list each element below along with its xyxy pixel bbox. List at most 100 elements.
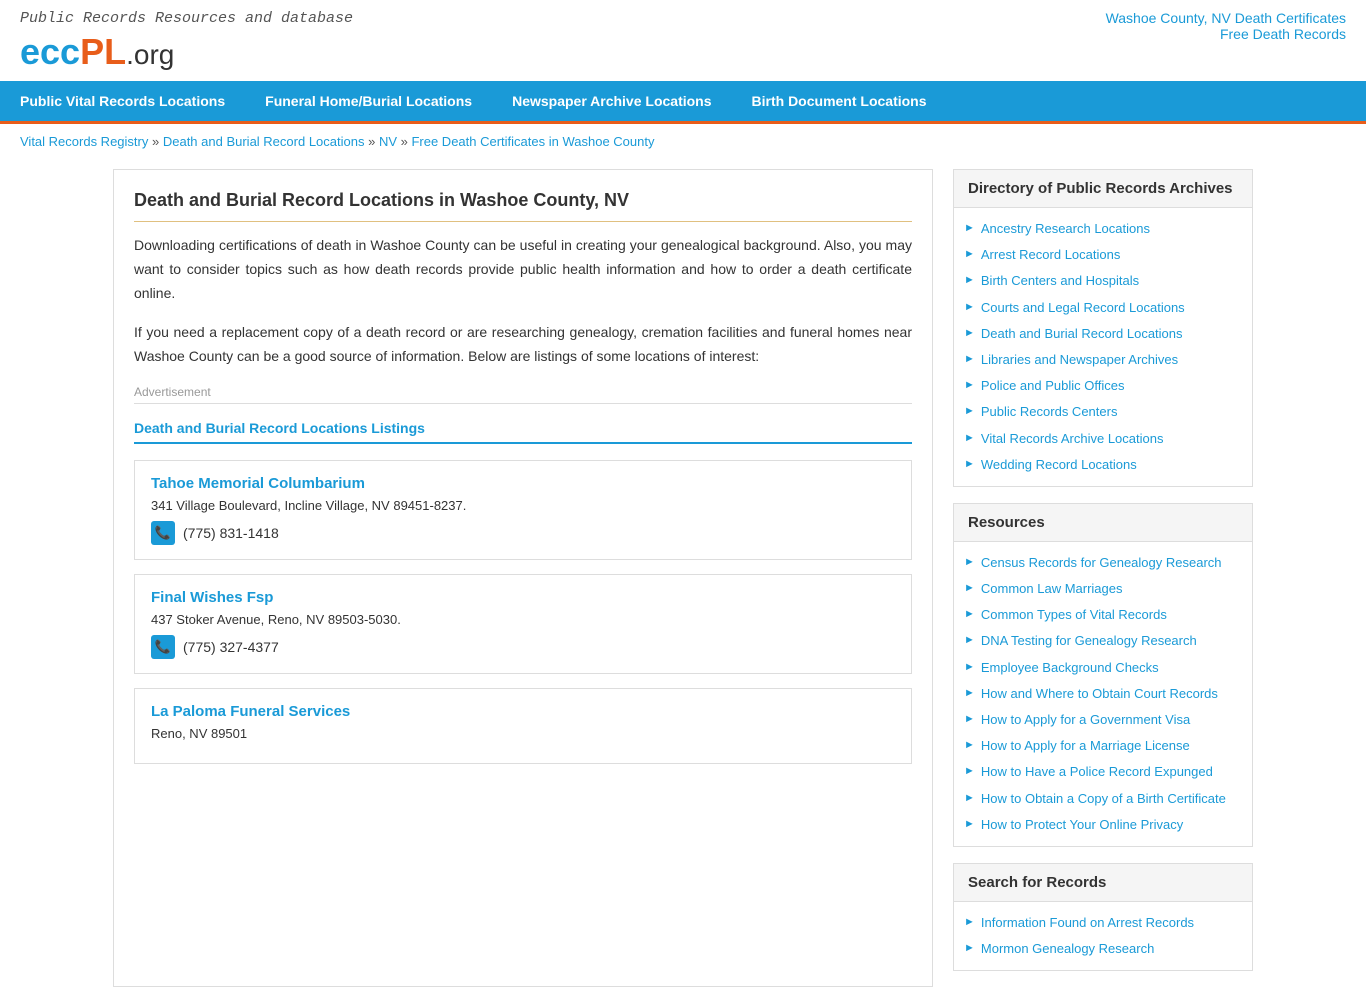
arrow-icon: ► [964, 405, 975, 417]
res-link-3[interactable]: DNA Testing for Genealogy Research [981, 632, 1197, 650]
arrow-icon: ► [964, 634, 975, 646]
listing-name-1[interactable]: Tahoe Memorial Columbarium [151, 475, 895, 492]
arrow-icon: ► [964, 792, 975, 804]
res-link-6[interactable]: How to Apply for a Government Visa [981, 711, 1190, 729]
arrow-icon: ► [964, 327, 975, 339]
res-link-5[interactable]: How and Where to Obtain Court Records [981, 685, 1218, 703]
list-item: ► How to Obtain a Copy of a Birth Certif… [964, 786, 1242, 812]
dir-link-7[interactable]: Public Records Centers [981, 403, 1118, 421]
sidebar: Directory of Public Records Archives ► A… [953, 169, 1253, 987]
list-item: ► Arrest Record Locations [964, 242, 1242, 268]
logo-pl: PL [80, 31, 126, 72]
search-link-1[interactable]: Mormon Genealogy Research [981, 940, 1154, 958]
breadcrumb-free-death[interactable]: Free Death Certificates in Washoe County [411, 134, 654, 149]
arrow-icon: ► [964, 713, 975, 725]
list-item: ► Information Found on Arrest Records [964, 910, 1242, 936]
nav-newspaper[interactable]: Newspaper Archive Locations [492, 81, 731, 121]
logo-org: .org [126, 39, 174, 70]
phone-icon-1: 📞 [151, 521, 175, 545]
main-nav: Public Vital Records Locations Funeral H… [0, 81, 1366, 121]
sidebar-directory-links: ► Ancestry Research Locations ► Arrest R… [954, 208, 1252, 486]
listing-phone-2: 📞 (775) 327-4377 [151, 635, 895, 659]
sidebar-search-links: ► Information Found on Arrest Records ► … [954, 902, 1252, 970]
dir-link-6[interactable]: Police and Public Offices [981, 377, 1125, 395]
listing-address-1: 341 Village Boulevard, Incline Village, … [151, 498, 895, 513]
arrow-icon: ► [964, 765, 975, 777]
arrow-icon: ► [964, 274, 975, 286]
sidebar-directory-title: Directory of Public Records Archives [954, 170, 1252, 208]
list-item: ► Census Records for Genealogy Research [964, 550, 1242, 576]
dir-link-9[interactable]: Wedding Record Locations [981, 456, 1137, 474]
list-item: ► How to Apply for a Marriage License [964, 733, 1242, 759]
list-item: ► Police and Public Offices [964, 373, 1242, 399]
breadcrumb-vital-registry[interactable]: Vital Records Registry [20, 134, 148, 149]
top-right-links: Washoe County, NV Death Certificates Fre… [1106, 10, 1346, 42]
list-item: ► Death and Burial Record Locations [964, 321, 1242, 347]
res-link-0[interactable]: Census Records for Genealogy Research [981, 554, 1222, 572]
dir-link-0[interactable]: Ancestry Research Locations [981, 220, 1150, 238]
listing-address-3: Reno, NV 89501 [151, 726, 895, 741]
list-item: ► Employee Background Checks [964, 655, 1242, 681]
sidebar-resources: Resources ► Census Records for Genealogy… [953, 503, 1253, 847]
nav-funeral-home[interactable]: Funeral Home/Burial Locations [245, 81, 492, 121]
listing-name-2[interactable]: Final Wishes Fsp [151, 589, 895, 606]
res-link-1[interactable]: Common Law Marriages [981, 580, 1123, 598]
res-link-4[interactable]: Employee Background Checks [981, 659, 1159, 677]
listing-card-1: Tahoe Memorial Columbarium 341 Village B… [134, 460, 912, 560]
listing-address-2: 437 Stoker Avenue, Reno, NV 89503-5030. [151, 612, 895, 627]
res-link-8[interactable]: How to Have a Police Record Expunged [981, 763, 1213, 781]
breadcrumb-nv[interactable]: NV [379, 134, 397, 149]
dir-link-1[interactable]: Arrest Record Locations [981, 246, 1120, 264]
search-link-0[interactable]: Information Found on Arrest Records [981, 914, 1194, 932]
top-link-1[interactable]: Washoe County, NV Death Certificates [1106, 10, 1346, 26]
res-link-2[interactable]: Common Types of Vital Records [981, 606, 1167, 624]
arrow-icon: ► [964, 458, 975, 470]
sidebar-search: Search for Records ► Information Found o… [953, 863, 1253, 971]
res-link-10[interactable]: How to Protect Your Online Privacy [981, 816, 1183, 834]
listings-header: Death and Burial Record Locations Listin… [134, 420, 912, 444]
arrow-icon: ► [964, 942, 975, 954]
breadcrumb-death-burial[interactable]: Death and Burial Record Locations [163, 134, 365, 149]
list-item: ► Public Records Centers [964, 399, 1242, 425]
list-item: ► How to Have a Police Record Expunged [964, 759, 1242, 785]
content-wrapper: Death and Burial Record Locations in Was… [93, 159, 1273, 997]
dir-link-4[interactable]: Death and Burial Record Locations [981, 325, 1183, 343]
nav-birth-document[interactable]: Birth Document Locations [732, 81, 947, 121]
res-link-9[interactable]: How to Obtain a Copy of a Birth Certific… [981, 790, 1226, 808]
arrow-icon: ► [964, 687, 975, 699]
logo-mark[interactable]: eccPL.org [20, 31, 353, 73]
res-link-7[interactable]: How to Apply for a Marriage License [981, 737, 1190, 755]
arrow-icon: ► [964, 739, 975, 751]
ad-divider [134, 403, 912, 404]
listing-name-3[interactable]: La Paloma Funeral Services [151, 703, 895, 720]
top-link-2[interactable]: Free Death Records [1106, 26, 1346, 42]
list-item: ► Wedding Record Locations [964, 452, 1242, 478]
list-item: ► Vital Records Archive Locations [964, 426, 1242, 452]
dir-link-8[interactable]: Vital Records Archive Locations [981, 430, 1164, 448]
sidebar-directory: Directory of Public Records Archives ► A… [953, 169, 1253, 487]
logo: Public Records Resources and database ec… [20, 10, 353, 73]
intro-para-2: If you need a replacement copy of a deat… [134, 321, 912, 369]
sidebar-resources-links: ► Census Records for Genealogy Research … [954, 542, 1252, 846]
list-item: ► How to Apply for a Government Visa [964, 707, 1242, 733]
list-item: ► How to Protect Your Online Privacy [964, 812, 1242, 838]
listing-card-2: Final Wishes Fsp 437 Stoker Avenue, Reno… [134, 574, 912, 674]
page-title: Death and Burial Record Locations in Was… [134, 190, 912, 222]
ad-label: Advertisement [134, 385, 912, 399]
dir-link-3[interactable]: Courts and Legal Record Locations [981, 299, 1185, 317]
arrow-icon: ► [964, 818, 975, 830]
arrow-icon: ► [964, 353, 975, 365]
arrow-icon: ► [964, 608, 975, 620]
list-item: ► Libraries and Newspaper Archives [964, 347, 1242, 373]
top-bar: Public Records Resources and database ec… [0, 0, 1366, 81]
dir-link-2[interactable]: Birth Centers and Hospitals [981, 272, 1139, 290]
arrow-icon: ► [964, 432, 975, 444]
list-item: ► Birth Centers and Hospitals [964, 268, 1242, 294]
list-item: ► Common Types of Vital Records [964, 602, 1242, 628]
listing-phone-number-1: (775) 831-1418 [183, 525, 279, 541]
arrow-icon: ► [964, 916, 975, 928]
intro-para-1: Downloading certifications of death in W… [134, 234, 912, 305]
list-item: ► Ancestry Research Locations [964, 216, 1242, 242]
dir-link-5[interactable]: Libraries and Newspaper Archives [981, 351, 1178, 369]
nav-vital-records[interactable]: Public Vital Records Locations [0, 81, 245, 121]
